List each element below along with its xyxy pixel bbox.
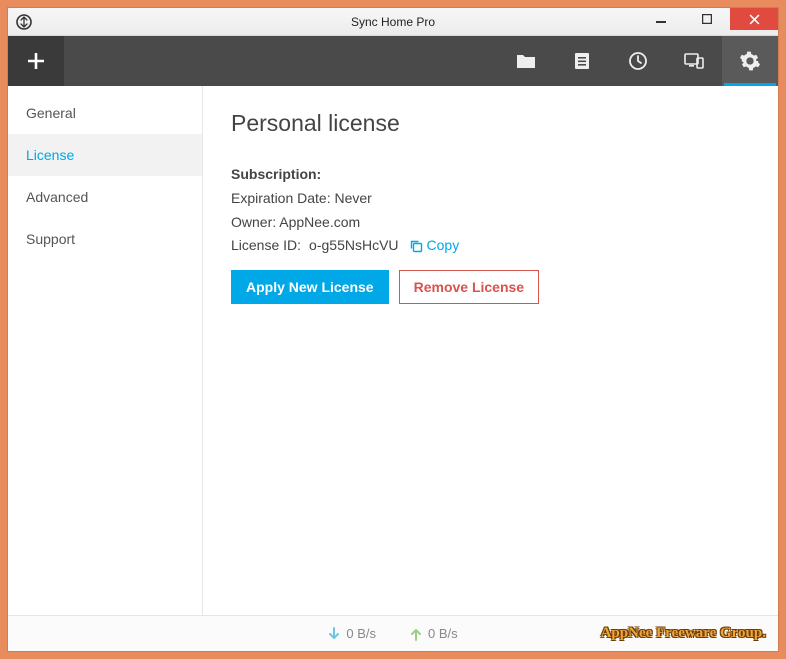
- watermark-text: AppNee Freeware Group.: [601, 625, 766, 642]
- download-arrow-icon: [328, 627, 340, 641]
- download-rate-value: 0 B/s: [346, 626, 376, 641]
- upload-rate: 0 B/s: [410, 626, 458, 641]
- list-button[interactable]: [554, 36, 610, 86]
- owner-label: Owner:: [231, 214, 276, 230]
- license-id-row: License ID: o-g55NsHcVU Copy: [231, 234, 750, 258]
- apply-license-button[interactable]: Apply New License: [231, 270, 389, 304]
- license-id-value: o-g55NsHcVU: [309, 234, 398, 258]
- content-panel: Personal license Subscription: Expiratio…: [203, 86, 778, 615]
- sidebar-item-label: License: [26, 147, 74, 163]
- sidebar-item-general[interactable]: General: [8, 92, 202, 134]
- upload-arrow-icon: [410, 627, 422, 641]
- expiration-label: Expiration Date:: [231, 190, 331, 206]
- copy-icon: [409, 239, 423, 253]
- add-button[interactable]: [8, 36, 64, 86]
- close-button[interactable]: [730, 8, 778, 30]
- minimize-button[interactable]: [638, 8, 684, 30]
- license-details: Subscription: Expiration Date: Never Own…: [231, 163, 750, 258]
- settings-button[interactable]: [722, 36, 778, 86]
- sidebar-item-label: General: [26, 105, 76, 121]
- owner-value: AppNee.com: [279, 214, 360, 230]
- download-rate: 0 B/s: [328, 626, 376, 641]
- status-bar: 0 B/s 0 B/s AppNee Freeware Group.: [8, 615, 778, 651]
- devices-icon: [683, 51, 705, 71]
- page-title: Personal license: [231, 110, 750, 137]
- expiration-row: Expiration Date: Never: [231, 187, 750, 211]
- app-window: Sync Home Pro: [8, 8, 778, 651]
- clock-icon: [627, 50, 649, 72]
- maximize-button[interactable]: [684, 8, 730, 30]
- history-button[interactable]: [610, 36, 666, 86]
- remove-license-button[interactable]: Remove License: [399, 270, 540, 304]
- toolbar: [8, 36, 778, 86]
- sidebar-item-label: Advanced: [26, 189, 88, 205]
- upload-rate-value: 0 B/s: [428, 626, 458, 641]
- expiration-value: Never: [335, 190, 372, 206]
- folder-icon: [515, 51, 537, 71]
- gear-icon: [739, 50, 761, 72]
- subscription-label: Subscription:: [231, 163, 750, 187]
- list-icon: [573, 51, 591, 71]
- sidebar-item-label: Support: [26, 231, 75, 247]
- devices-button[interactable]: [666, 36, 722, 86]
- copy-label: Copy: [427, 234, 460, 258]
- folders-button[interactable]: [498, 36, 554, 86]
- main-body: General License Advanced Support Persona…: [8, 86, 778, 615]
- license-id-label: License ID:: [231, 234, 301, 258]
- owner-row: Owner: AppNee.com: [231, 211, 750, 235]
- window-controls: [638, 8, 778, 35]
- plus-icon: [25, 50, 47, 72]
- title-bar: Sync Home Pro: [8, 8, 778, 36]
- sidebar-item-advanced[interactable]: Advanced: [8, 176, 202, 218]
- copy-license-button[interactable]: Copy: [409, 234, 460, 258]
- settings-sidebar: General License Advanced Support: [8, 86, 203, 615]
- app-icon: [14, 12, 34, 32]
- sidebar-item-support[interactable]: Support: [8, 218, 202, 260]
- sidebar-item-license[interactable]: License: [8, 134, 202, 176]
- button-row: Apply New License Remove License: [231, 270, 750, 304]
